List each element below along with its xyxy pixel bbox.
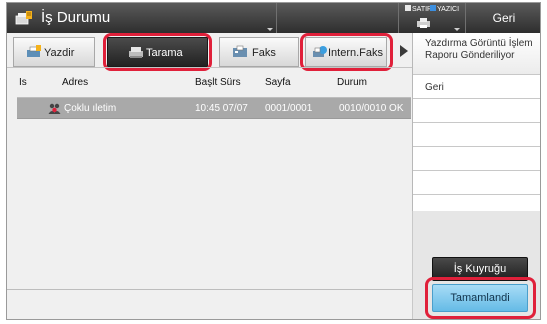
job-status: 0010/0010 OK — [339, 103, 404, 114]
side-item-empty — [413, 99, 540, 123]
printer-label: YAZICI — [437, 6, 460, 13]
column-header-status: Durum — [337, 77, 368, 88]
tab-highlight — [103, 33, 212, 71]
side-item-empty — [413, 171, 540, 195]
printer-icon — [27, 45, 41, 57]
fax-icon — [233, 45, 247, 57]
side-menu: Yazdırma Görüntü İşlem Raporu Gönderiliy… — [412, 33, 540, 211]
tab-label: Faks — [252, 47, 276, 59]
side-item-empty — [413, 147, 540, 171]
tab-fax[interactable]: Faks — [219, 37, 299, 67]
page-title: İş Durumu — [41, 9, 111, 26]
column-header-job: Is — [19, 77, 27, 88]
printer-status-icon — [417, 18, 430, 28]
side-item-send-report[interactable]: Yazdırma Görüntü İşlem Raporu Gönderiliy… — [413, 33, 540, 75]
corner-marker-icon — [267, 28, 273, 31]
table-row[interactable]: Çoklu ıletim 10:45 07/07 0001/0001 0010/… — [17, 97, 411, 119]
device-status-indicator: SATIR YAZICI — [399, 3, 461, 33]
title-divider — [276, 3, 277, 33]
group-users-icon — [48, 103, 61, 114]
corner-marker-icon — [454, 28, 460, 31]
title-divider — [398, 3, 399, 33]
tab-scroll-right-icon[interactable] — [400, 45, 408, 57]
title-bar: İş Durumu SATIR YAZICI Geri — [7, 3, 540, 33]
job-start-time: 10:45 07/07 — [195, 103, 248, 114]
tab-highlight — [300, 33, 393, 71]
line-swatch-icon — [405, 5, 411, 11]
line-legend: SATIR — [405, 5, 432, 13]
job-address: Çoklu ıletim — [64, 103, 117, 114]
tab-label: Yazdir — [44, 47, 75, 59]
side-item-back[interactable]: Geri — [413, 75, 540, 99]
job-pages: 0001/0001 — [265, 103, 313, 114]
column-header-address: Adres — [62, 77, 89, 88]
completed-button-highlight — [425, 277, 536, 319]
printer-legend: YAZICI — [430, 5, 459, 13]
list-bottom-divider — [7, 289, 419, 290]
list-top-divider — [7, 67, 419, 68]
column-header-start: Başlt Sürs — [195, 77, 241, 88]
back-button[interactable]: Geri — [465, 3, 540, 33]
tab-print[interactable]: Yazdir — [13, 37, 95, 67]
column-header-pages: Sayfa — [265, 77, 291, 88]
job-status-screen: İş Durumu SATIR YAZICI Geri Yazdir Taram… — [6, 2, 541, 320]
printer-swatch-icon — [430, 5, 436, 11]
side-item-empty — [413, 123, 540, 147]
job-status-icon — [15, 11, 32, 25]
